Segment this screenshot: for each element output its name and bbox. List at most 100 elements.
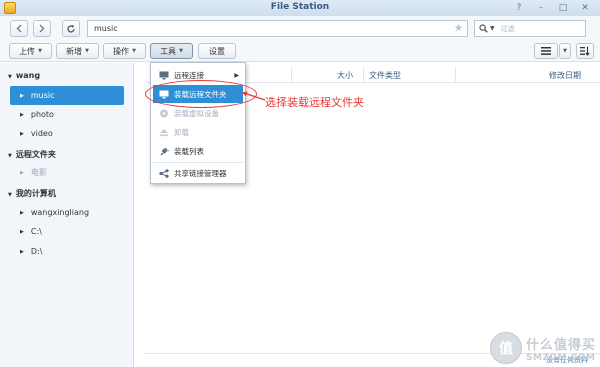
action-button[interactable]: 操作 ▼ — [103, 43, 146, 59]
eject-icon — [159, 128, 169, 137]
action-label: 操作 — [113, 46, 130, 56]
collapse-arrow-icon: ▶ — [20, 228, 24, 235]
watermark-text-cn: 什么值得买 — [525, 337, 596, 353]
monitor-icon — [159, 71, 169, 80]
watermark: 值 什么值得买 SMZDM.COM — [489, 332, 596, 364]
column-modified[interactable]: 修改日期 — [549, 70, 581, 81]
menu-item-label: 装载列表 — [174, 146, 204, 156]
sidebar-group-label: wang — [15, 71, 41, 80]
sidebar-item-label: C:\ — [30, 227, 42, 236]
search-dropdown-icon[interactable]: ▼ — [490, 25, 495, 32]
sort-button[interactable] — [576, 43, 594, 59]
plug-icon — [159, 147, 169, 156]
create-label: 新增 — [66, 46, 83, 56]
collapse-arrow-icon: ▶ — [20, 92, 24, 99]
navigation-toolbar: music ★ ▼ 过滤 — [0, 16, 600, 40]
back-button[interactable] — [10, 20, 28, 37]
collapse-arrow-icon: ▶ — [20, 169, 24, 176]
window-controls: ? – □ ✕ — [508, 1, 596, 15]
annotation-arrow-icon — [242, 91, 266, 101]
help-button[interactable]: ? — [508, 1, 530, 15]
sort-icon — [580, 46, 590, 56]
tools-button[interactable]: 工具 ▼ — [150, 43, 193, 59]
annotation-text: 选择装载远程文件夹 — [265, 96, 364, 109]
column-divider — [291, 67, 292, 83]
watermark-text-en: SMZDM.COM — [525, 352, 596, 363]
collapse-arrow-icon: ▶ — [20, 209, 24, 216]
sidebar-item-label: wangxingliang — [30, 208, 90, 217]
sidebar-item-label: music — [30, 91, 55, 100]
sidebar-group-label: 远程文件夹 — [15, 150, 56, 159]
collapse-arrow-icon: ▶ — [20, 248, 24, 255]
column-size[interactable]: 大小 — [337, 70, 353, 81]
menu-item-label: 共享链接管理器 — [174, 168, 227, 178]
watermark-text: 什么值得买 SMZDM.COM — [526, 334, 596, 363]
sidebar: ▼ wang ▶ music ▶ photo ▶ video ▼ 远程文件夹 ▶ 电影 ▼ 我… — [0, 63, 134, 367]
share-link-icon — [159, 168, 169, 178]
expand-arrow-icon: ▼ — [8, 192, 12, 198]
watermark-logo-icon: 值 — [489, 332, 522, 364]
menu-item-label: 卸载 — [174, 127, 189, 137]
menu-item-label: 远程连接 — [174, 70, 204, 80]
sidebar-item-label: 电影 — [30, 168, 47, 177]
collapse-arrow-icon: ▶ — [20, 130, 24, 137]
search-placeholder: 过滤 — [500, 24, 515, 33]
sidebar-item-photo[interactable]: ▶ photo — [10, 105, 124, 124]
sidebar-group-my-computer[interactable]: ▼ 我的计算机 — [8, 188, 56, 199]
menu-item-share-link-manager[interactable]: 共享链接管理器 — [153, 164, 243, 182]
chevron-down-icon: ▼ — [38, 48, 42, 54]
create-button[interactable]: 新增 ▼ — [56, 43, 99, 59]
column-divider — [455, 67, 456, 83]
column-type[interactable]: 文件类型 — [369, 70, 401, 81]
sidebar-item-label: photo — [30, 110, 54, 119]
menu-item-unmount: 卸载 — [153, 123, 243, 141]
chevron-left-icon — [16, 24, 22, 33]
list-view-icon — [541, 47, 551, 55]
sidebar-item-music[interactable]: ▶ music — [10, 86, 124, 105]
maximize-button[interactable]: □ — [552, 1, 574, 15]
sidebar-group-wang[interactable]: ▼ wang — [8, 71, 40, 80]
tools-label: 工具 — [160, 46, 177, 56]
sidebar-item-d-drive[interactable]: ▶ D:\ — [10, 242, 124, 261]
submenu-arrow-icon: ▶ — [234, 71, 239, 79]
refresh-icon — [67, 24, 75, 33]
minimize-button[interactable]: – — [530, 1, 552, 15]
sidebar-item-video[interactable]: ▶ video — [10, 124, 124, 143]
sidebar-group-label: 我的计算机 — [15, 189, 56, 198]
path-field[interactable]: music ★ — [87, 20, 468, 37]
view-mode-button[interactable] — [534, 43, 558, 59]
settings-button[interactable]: 设置 — [198, 43, 236, 59]
refresh-button[interactable] — [62, 20, 80, 37]
path-text: music — [94, 24, 118, 33]
settings-label: 设置 — [209, 46, 225, 56]
menu-item-label: 装载虚拟设备 — [174, 108, 219, 118]
upload-label: 上传 — [19, 46, 36, 56]
action-toolbar: 上传 ▼ 新增 ▼ 操作 ▼ 工具 ▼ 设置 ▼ — [0, 40, 600, 62]
collapse-arrow-icon: ▶ — [20, 111, 24, 118]
forward-button[interactable] — [33, 20, 51, 37]
search-icon — [479, 24, 488, 33]
favorite-star-icon[interactable]: ★ — [454, 21, 463, 36]
view-mode-dropdown[interactable]: ▼ — [559, 43, 571, 59]
disc-icon — [159, 109, 169, 118]
expand-arrow-icon: ▼ — [8, 153, 12, 159]
expand-arrow-icon: ▼ — [8, 74, 12, 80]
column-divider — [363, 67, 364, 83]
chevron-down-icon: ▼ — [85, 48, 89, 54]
upload-button[interactable]: 上传 ▼ — [9, 43, 52, 59]
title-bar: File Station ? – □ ✕ — [0, 0, 600, 16]
chevron-right-icon — [39, 24, 45, 33]
sidebar-item-movies[interactable]: ▶ 电影 — [10, 163, 124, 182]
sidebar-group-remote-folders[interactable]: ▼ 远程文件夹 — [8, 149, 56, 160]
close-button[interactable]: ✕ — [574, 1, 596, 15]
chevron-down-icon: ▼ — [563, 48, 567, 54]
menu-item-mount-list[interactable]: 装载列表 — [153, 142, 243, 160]
sidebar-item-wangxingliang[interactable]: ▶ wangxingliang — [10, 203, 124, 222]
chevron-down-icon: ▼ — [132, 48, 136, 54]
menu-divider — [153, 162, 243, 163]
sidebar-item-label: video — [30, 129, 53, 138]
chevron-down-icon: ▼ — [179, 48, 183, 54]
search-filter-input[interactable]: ▼ 过滤 — [474, 20, 586, 37]
sidebar-item-c-drive[interactable]: ▶ C:\ — [10, 222, 124, 241]
sidebar-item-label: D:\ — [30, 247, 43, 256]
